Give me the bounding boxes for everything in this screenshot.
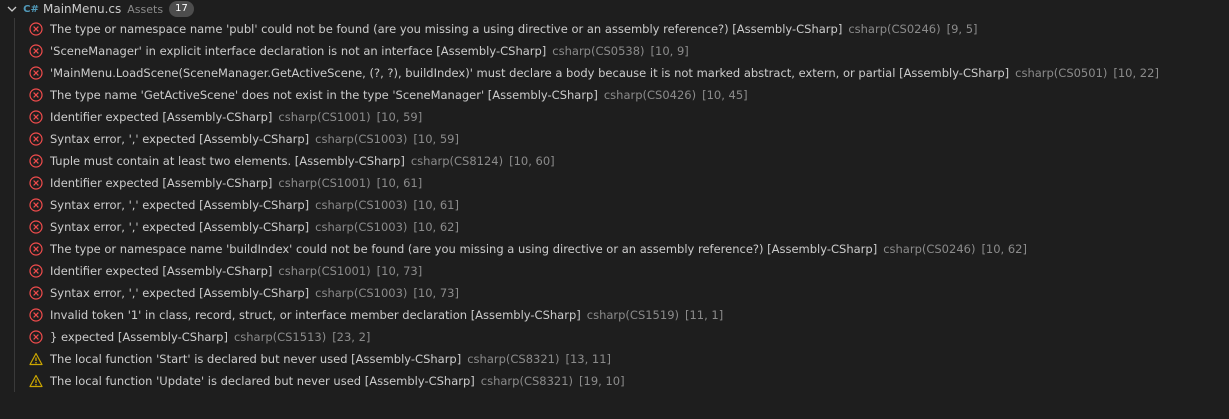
- problem-item[interactable]: 'MainMenu.LoadScene(SceneManager.GetActi…: [0, 62, 1229, 84]
- file-group-header[interactable]: C# MainMenu.cs Assets 17: [0, 0, 1229, 18]
- error-icon: [28, 109, 44, 125]
- problem-message: Identifier expected [Assembly-CSharp]: [50, 176, 273, 190]
- problem-message: Invalid token '1' in class, record, stru…: [50, 308, 581, 322]
- file-name: MainMenu.cs: [43, 2, 122, 16]
- problem-position: [9, 5]: [946, 22, 978, 36]
- problem-item[interactable]: The type name 'GetActiveScene' does not …: [0, 84, 1229, 106]
- problem-code: csharp(CS1519): [586, 308, 679, 322]
- problem-position: [10, 9]: [650, 44, 689, 58]
- problem-position: [10, 73]: [376, 264, 423, 278]
- problem-message: Syntax error, ',' expected [Assembly-CSh…: [50, 132, 310, 146]
- error-icon: [28, 87, 44, 103]
- problem-position: [11, 1]: [685, 308, 724, 322]
- problem-code: csharp(CS1001): [278, 176, 371, 190]
- error-icon: [28, 241, 44, 257]
- problem-position: [10, 45]: [702, 88, 748, 102]
- problem-position: [10, 62]: [413, 220, 459, 234]
- warning-icon: [28, 351, 44, 367]
- error-icon: [28, 175, 44, 191]
- problem-code: csharp(CS1003): [315, 220, 408, 234]
- csharp-file-icon: C#: [23, 3, 39, 15]
- problem-message: Syntax error, ',' expected [Assembly-CSh…: [50, 286, 310, 300]
- problem-item[interactable]: The type or namespace name 'buildIndex' …: [0, 238, 1229, 260]
- problem-code: csharp(CS8321): [480, 374, 574, 388]
- problem-message: 'MainMenu.LoadScene(SceneManager.GetActi…: [50, 66, 1010, 80]
- problem-code: csharp(CS1001): [278, 264, 371, 278]
- problem-message: Syntax error, ',' expected [Assembly-CSh…: [50, 220, 310, 234]
- problem-code: csharp(CS1003): [315, 132, 408, 146]
- problem-message: The type or namespace name 'publ' could …: [50, 22, 843, 36]
- problem-position: [10, 60]: [509, 154, 555, 168]
- problem-message: The local function 'Update' is declared …: [50, 374, 475, 388]
- error-icon: [28, 43, 44, 59]
- problem-position: [10, 22]: [1113, 66, 1159, 80]
- problem-item[interactable]: Identifier expected [Assembly-CSharp] csh…: [0, 172, 1229, 194]
- error-icon: [28, 197, 44, 213]
- problem-code: csharp(CS8321): [467, 352, 560, 366]
- problem-item[interactable]: Tuple must contain at least two elements…: [0, 150, 1229, 172]
- problem-message: } expected [Assembly-CSharp]: [50, 330, 228, 344]
- problem-position: [10, 73]: [413, 286, 459, 300]
- problem-item[interactable]: Syntax error, ',' expected [Assembly-CSh…: [0, 128, 1229, 150]
- problem-item[interactable]: The type or namespace name 'publ' could …: [0, 18, 1229, 40]
- problem-code: csharp(CS0538): [552, 44, 645, 58]
- error-icon: [28, 21, 44, 37]
- problem-message: 'SceneManager' in explicit interface dec…: [50, 44, 547, 58]
- error-icon: [28, 153, 44, 169]
- problem-message: Identifier expected [Assembly-CSharp]: [50, 110, 273, 124]
- problem-message: Identifier expected [Assembly-CSharp]: [50, 264, 273, 278]
- problem-item[interactable]: 'SceneManager' in explicit interface dec…: [0, 40, 1229, 62]
- problems-panel: C# MainMenu.cs Assets 17 The type or nam…: [0, 0, 1229, 419]
- problem-item[interactable]: } expected [Assembly-CSharp] csharp(CS151…: [0, 326, 1229, 348]
- problem-position: [19, 10]: [579, 374, 625, 388]
- problem-position: [13, 11]: [565, 352, 612, 366]
- problem-code: csharp(CS0426): [603, 88, 697, 102]
- error-icon: [28, 329, 44, 345]
- problem-code: csharp(CS1001): [278, 110, 371, 124]
- problem-item[interactable]: Syntax error, ',' expected [Assembly-CSh…: [0, 194, 1229, 216]
- error-icon: [28, 307, 44, 323]
- problem-code: csharp(CS0246): [848, 22, 941, 36]
- problem-count-badge: 17: [169, 1, 194, 17]
- problem-message: Tuple must contain at least two elements…: [50, 154, 405, 168]
- problem-message: The local function 'Start' is declared b…: [50, 352, 462, 366]
- problem-item[interactable]: Syntax error, ',' expected [Assembly-CSh…: [0, 216, 1229, 238]
- problem-code: csharp(CS0501): [1015, 66, 1108, 80]
- problem-item[interactable]: The local function 'Update' is declared …: [0, 370, 1229, 392]
- problem-code: csharp(CS8124): [410, 154, 504, 168]
- problem-code: csharp(CS0246): [883, 242, 976, 256]
- chevron-down-icon[interactable]: [4, 1, 20, 17]
- error-icon: [28, 219, 44, 235]
- warning-icon: [28, 373, 44, 389]
- problem-position: [23, 2]: [332, 330, 371, 344]
- problem-message: Syntax error, ',' expected [Assembly-CSh…: [50, 198, 310, 212]
- problem-code: csharp(CS1513): [233, 330, 327, 344]
- problem-position: [10, 62]: [981, 242, 1027, 256]
- problem-position: [10, 61]: [376, 176, 423, 190]
- problem-position: [10, 61]: [413, 198, 459, 212]
- error-icon: [28, 131, 44, 147]
- problem-item[interactable]: Invalid token '1' in class, record, stru…: [0, 304, 1229, 326]
- problem-item[interactable]: Identifier expected [Assembly-CSharp] csh…: [0, 260, 1229, 282]
- error-icon: [28, 65, 44, 81]
- problem-message: The type or namespace name 'buildIndex' …: [50, 242, 878, 256]
- problem-position: [10, 59]: [413, 132, 459, 146]
- file-folder: Assets: [127, 2, 164, 16]
- error-icon: [28, 263, 44, 279]
- problem-code: csharp(CS1003): [315, 198, 408, 212]
- problem-item[interactable]: The local function 'Start' is declared b…: [0, 348, 1229, 370]
- problem-code: csharp(CS1003): [315, 286, 408, 300]
- problem-message: The type name 'GetActiveScene' does not …: [50, 88, 598, 102]
- error-icon: [28, 285, 44, 301]
- problem-list: The type or namespace name 'publ' could …: [0, 18, 1229, 392]
- problem-item[interactable]: Identifier expected [Assembly-CSharp] csh…: [0, 106, 1229, 128]
- problem-item[interactable]: Syntax error, ',' expected [Assembly-CSh…: [0, 282, 1229, 304]
- problem-position: [10, 59]: [376, 110, 423, 124]
